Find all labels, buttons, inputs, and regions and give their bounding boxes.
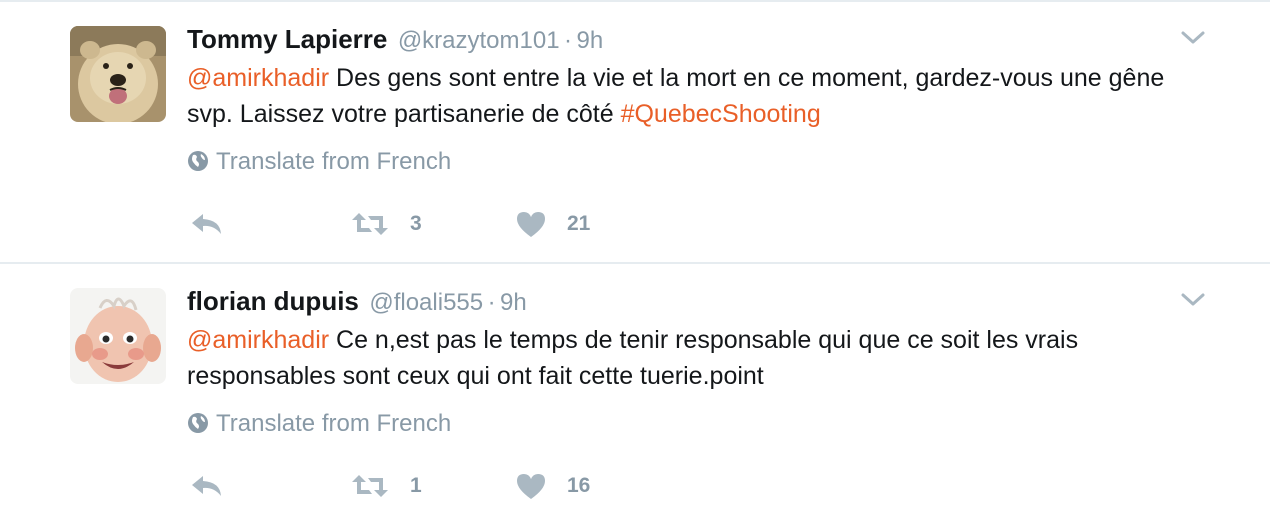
retweet-count: 1 bbox=[410, 474, 422, 497]
translate-link[interactable]: Translate from French bbox=[187, 148, 451, 176]
tweet-header: florian dupuis @floali555 · 9h bbox=[187, 286, 527, 317]
tweet-timestamp[interactable]: 9h bbox=[576, 27, 603, 54]
chevron-down-icon bbox=[1181, 31, 1205, 44]
avatar[interactable] bbox=[70, 26, 166, 122]
mention-link[interactable]: @amirkhadir bbox=[187, 64, 329, 92]
tweet-actions: 3 21 bbox=[190, 204, 790, 244]
header-separator: · bbox=[564, 27, 573, 54]
retweet-button[interactable]: 1 bbox=[350, 466, 422, 506]
translate-label: Translate from French bbox=[216, 410, 452, 437]
retweet-icon bbox=[352, 475, 388, 497]
like-button[interactable]: 16 bbox=[515, 466, 590, 506]
hashtag-link[interactable]: #QuebecShooting bbox=[621, 100, 821, 128]
author-username[interactable]: @krazytom101 bbox=[398, 27, 560, 54]
retweet-icon bbox=[352, 213, 388, 235]
tweet[interactable]: Tommy Lapierre @krazytom101 · 9h @amirkh… bbox=[0, 2, 1270, 262]
like-count: 21 bbox=[567, 212, 591, 235]
retweet-button[interactable]: 3 bbox=[350, 204, 422, 244]
tweet-header: Tommy Lapierre @krazytom101 · 9h bbox=[187, 24, 603, 55]
tweet-text: @amirkhadir Ce n,est pas le temps de ten… bbox=[187, 322, 1217, 394]
polar-bear-avatar-icon bbox=[70, 26, 166, 122]
like-count: 16 bbox=[567, 474, 591, 497]
retweet-count: 3 bbox=[410, 212, 422, 235]
tweet[interactable]: florian dupuis @floali555 · 9h @amirkhad… bbox=[0, 264, 1270, 522]
reply-button[interactable] bbox=[190, 204, 224, 244]
heart-icon bbox=[517, 212, 545, 237]
tweet-timestamp[interactable]: 9h bbox=[500, 289, 527, 316]
author-username[interactable]: @floali555 bbox=[369, 289, 483, 316]
translate-label: Translate from French bbox=[216, 148, 452, 175]
author-name[interactable]: florian dupuis bbox=[187, 286, 359, 316]
avatar[interactable] bbox=[70, 288, 166, 384]
globe-icon bbox=[188, 413, 208, 433]
globe-icon bbox=[188, 151, 208, 171]
tweet-text: @amirkhadir Des gens sont entre la vie e… bbox=[187, 60, 1217, 132]
reply-icon bbox=[192, 476, 221, 496]
reply-icon bbox=[192, 214, 221, 234]
like-button[interactable]: 21 bbox=[515, 204, 590, 244]
header-separator: · bbox=[487, 289, 496, 316]
tweet-menu-caret[interactable] bbox=[1178, 26, 1208, 50]
baby-face-avatar-icon bbox=[70, 288, 166, 384]
tweet-actions: 1 16 bbox=[190, 466, 790, 506]
reply-button[interactable] bbox=[190, 466, 224, 506]
tweet-menu-caret[interactable] bbox=[1178, 288, 1208, 312]
author-name[interactable]: Tommy Lapierre bbox=[187, 24, 387, 54]
chevron-down-icon bbox=[1181, 293, 1205, 306]
heart-icon bbox=[517, 474, 545, 499]
mention-link[interactable]: @amirkhadir bbox=[187, 326, 329, 354]
translate-link[interactable]: Translate from French bbox=[187, 410, 451, 438]
